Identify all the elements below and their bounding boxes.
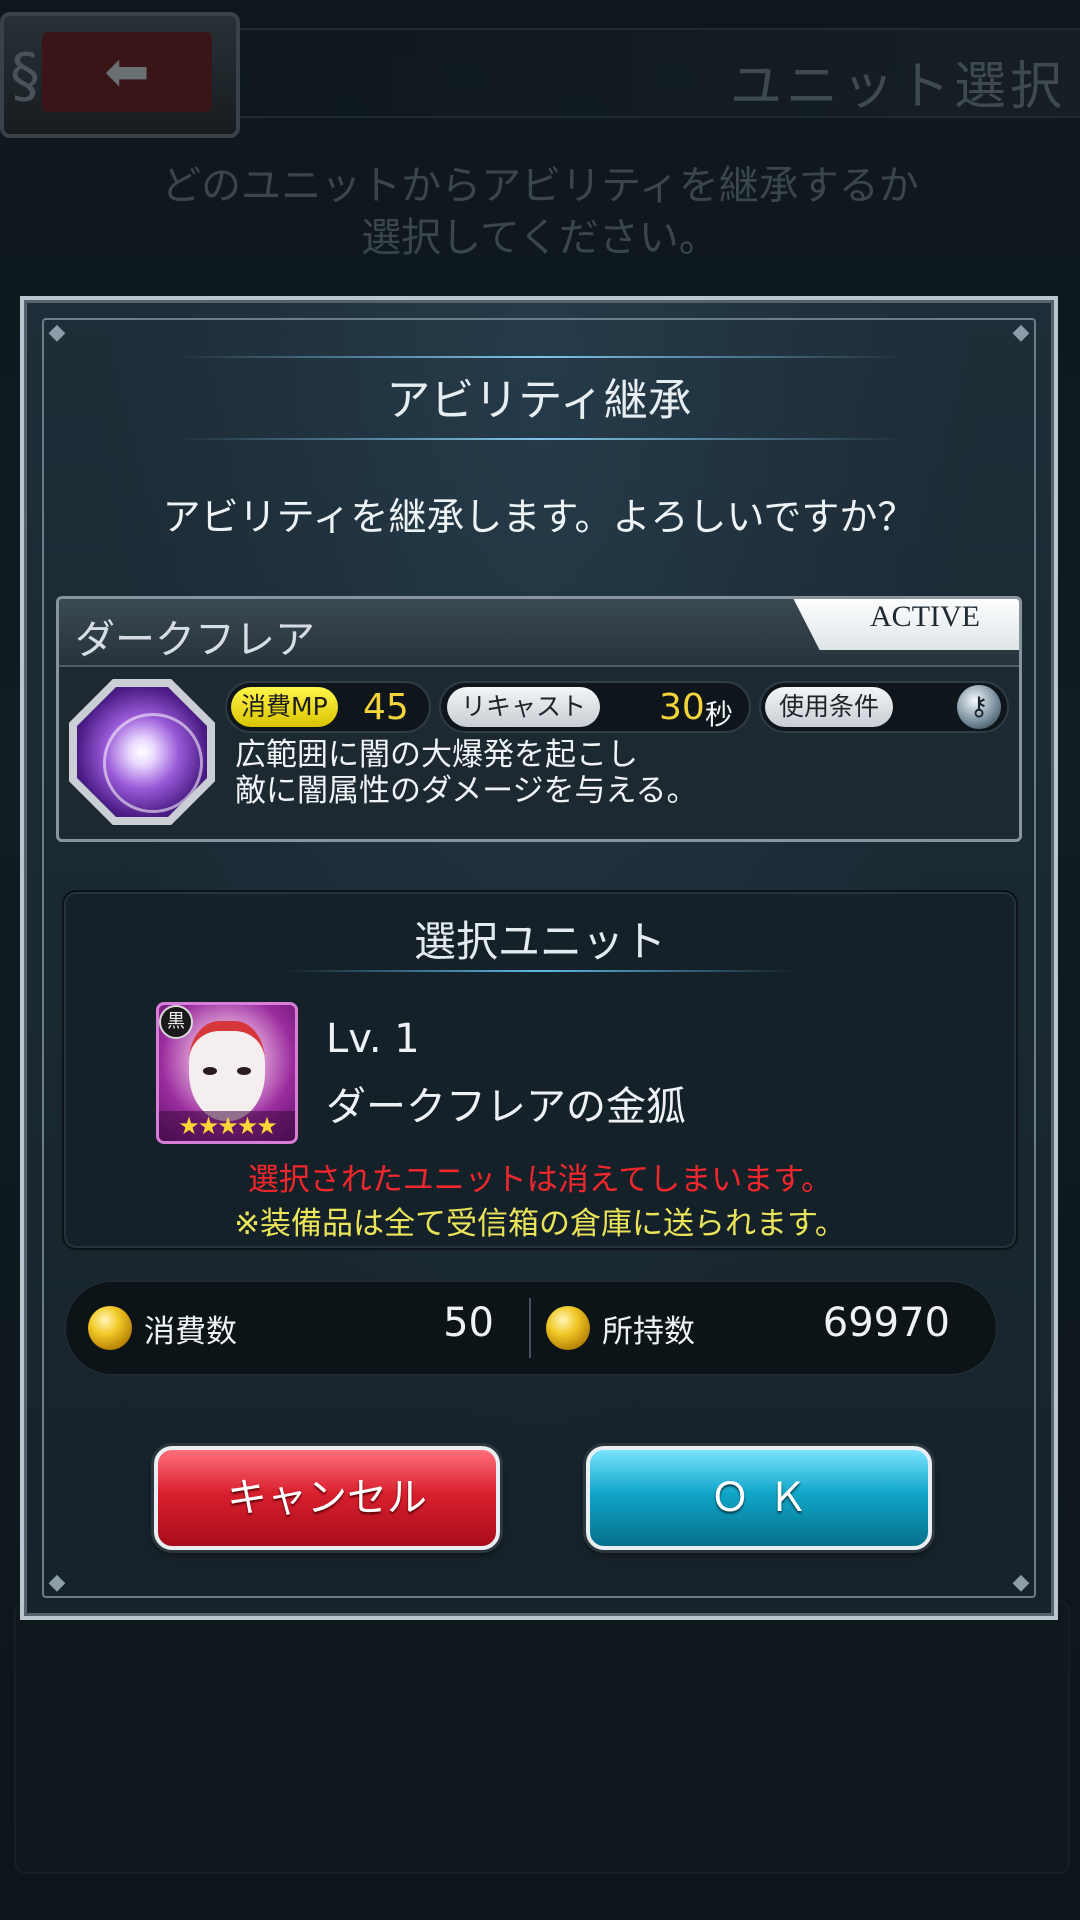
ability-type-label: ACTIVE [870,600,980,633]
condition-label: 使用条件 [765,687,894,727]
recast-unit: 秒 [705,698,734,731]
arrow-left-icon: ⬅ [42,32,212,112]
cancel-button[interactable]: キャンセル [154,1446,500,1550]
title-divider [174,356,904,358]
selected-unit-panel: 選択ユニット 黒 ★★★★★ Lv. 1 ダークフレアの金狐 選択されたユニット… [62,890,1018,1250]
screen: § ⬅ ユニット選択 どのユニットからアビリティを継承するか 選択してください。… [0,0,1080,1920]
recast-value: 30 [659,687,705,728]
fox-mask-image [189,1021,265,1121]
ability-type-tag: ACTIVE [792,599,1019,650]
gold-coin-icon [88,1306,132,1350]
owned-label: 所持数 [602,1314,695,1350]
corner-ornament-icon: ◆ [1012,1570,1030,1595]
confirm-message: アビリティを継承します。よろしいですか？ [162,495,916,539]
recast-pill: リキャスト 30 秒 [439,681,751,733]
equipment-note: ※装備品は全て受信箱の倉庫に送られます。 [234,1206,846,1242]
corner-ornament-icon: ◆ [48,1570,66,1595]
currency-divider [529,1298,531,1358]
background-panel [14,1600,1070,1874]
ability-name: ダークフレア [75,617,315,663]
cost-value: 50 [443,1300,494,1346]
ability-description: 広範囲に闇の大爆発を起こし 敵に闇属性のダメージを与える。 [235,737,698,809]
recast-label: リキャスト [447,687,601,727]
key-icon[interactable]: ⚷ [957,685,1001,729]
element-badge: 黒 [159,1005,193,1039]
mask-eye [203,1067,217,1075]
dark-flare-icon [69,679,215,825]
ability-card: ダークフレア ACTIVE 消費MP 45 リキャスト 30 秒 使用条件 ⚷ … [56,596,1022,842]
dialog-title: アビリティ継承 [386,375,692,426]
page-title: ユニット選択 [729,57,1066,117]
currency-bar: 消費数 50 所持数 69970 [64,1280,998,1376]
unit-level: Lv. 1 [326,1016,420,1062]
mask-eye [237,1067,251,1075]
section-divider [284,970,796,972]
back-button[interactable]: § ⬅ [0,12,240,138]
corner-ornament-icon: ◆ [48,320,66,345]
rarity-stars: ★★★★★ [159,1111,295,1141]
corner-ornament-icon: ◆ [1012,320,1030,345]
condition-pill[interactable]: 使用条件 ⚷ [759,681,1009,733]
gold-coin-icon [546,1306,590,1350]
instruction-text: どのユニットからアビリティを継承するか 選択してください。 [161,163,919,261]
title-divider [174,438,904,440]
selected-unit-title: 選択ユニット [413,917,666,966]
ability-icon-ring [103,713,203,813]
unit-name: ダークフレアの金狐 [326,1084,686,1130]
ok-button[interactable]: ＯＫ [586,1446,932,1550]
cost-label: 消費数 [144,1314,237,1350]
ability-header: ダークフレア ACTIVE [59,599,1019,667]
inherit-ability-dialog: ◆ ◆ ◆ ◆ アビリティ継承 アビリティを継承します。よろしいですか？ ダーク… [20,296,1058,1620]
ability-icon-image [77,687,207,817]
mp-cost-label: 消費MP [231,687,338,727]
mp-cost-pill: 消費MP 45 [225,681,431,733]
owned-value: 69970 [822,1300,950,1346]
unit-portrait[interactable]: 黒 ★★★★★ [156,1002,298,1144]
unit-loss-warning: 選択されたユニットは消えてしまいます。 [247,1162,833,1198]
mp-cost-value: 45 [363,687,409,728]
